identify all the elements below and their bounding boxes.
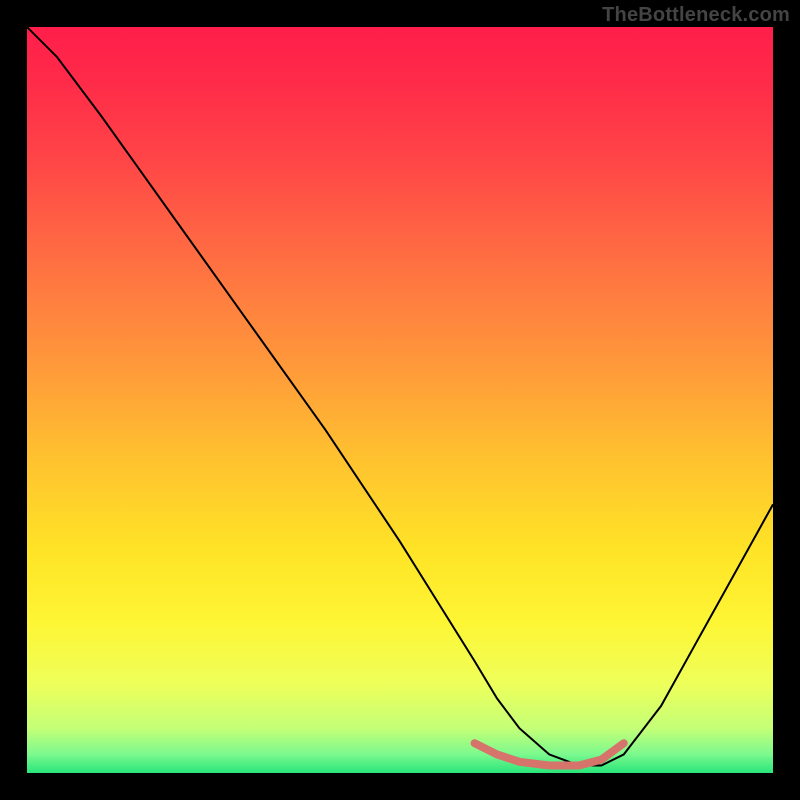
gradient-background	[27, 27, 773, 773]
chart-frame: TheBottleneck.com	[0, 0, 800, 800]
plot-area	[27, 27, 773, 773]
bottleneck-chart	[27, 27, 773, 773]
watermark-text: TheBottleneck.com	[602, 4, 790, 27]
